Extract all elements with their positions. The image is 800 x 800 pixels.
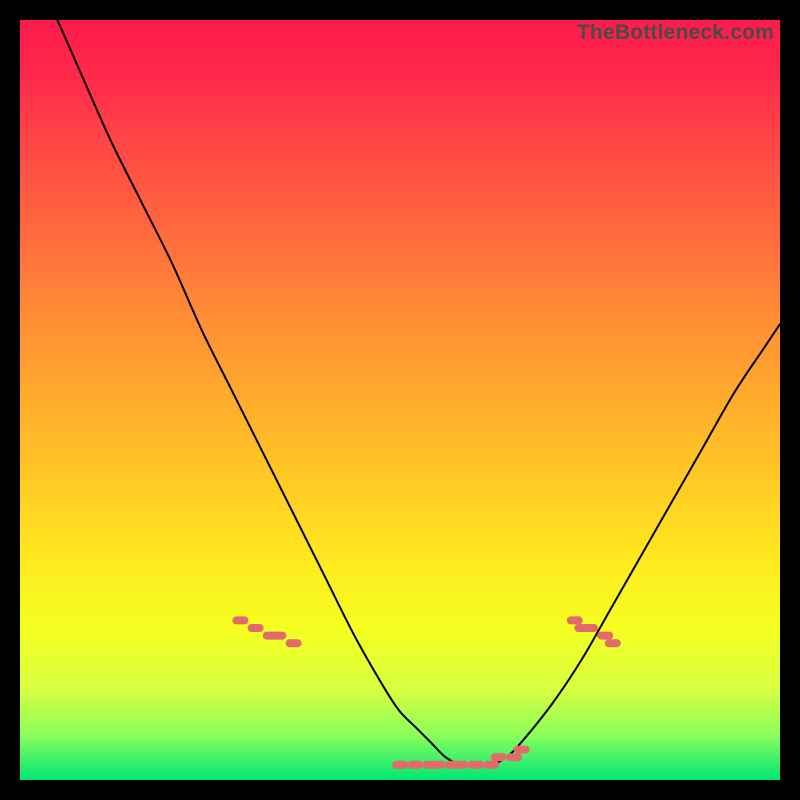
- curve-marker: [597, 632, 613, 640]
- curve-marker: [605, 639, 621, 647]
- curve-marker: [514, 746, 530, 754]
- curve-marker: [582, 624, 598, 632]
- chart-frame: TheBottleneck.com: [20, 20, 780, 780]
- curve-marker: [468, 761, 484, 769]
- curve-marker: [270, 632, 286, 640]
- curve-line: [20, 20, 780, 765]
- bottleneck-curve: [20, 20, 780, 780]
- curve-marker: [407, 761, 423, 769]
- curve-marker: [286, 639, 302, 647]
- curve-markers: [232, 616, 620, 768]
- curve-marker: [506, 753, 522, 761]
- curve-marker: [430, 761, 446, 769]
- curve-marker: [232, 616, 248, 624]
- curve-marker: [567, 616, 583, 624]
- curve-marker: [392, 761, 408, 769]
- curve-marker: [248, 624, 264, 632]
- curve-marker: [453, 761, 469, 769]
- curve-marker: [491, 753, 507, 761]
- curve-marker: [483, 761, 499, 769]
